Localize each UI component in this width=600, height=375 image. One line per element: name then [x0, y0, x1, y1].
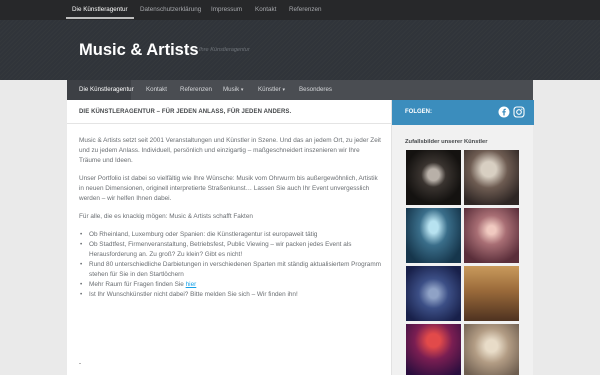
- intro-paragraph: Music & Artists setzt seit 2001 Veransta…: [79, 137, 381, 164]
- list-item: Ob Stadtfest, Firmenveranstaltung, Betri…: [79, 240, 383, 260]
- nav-item-musik-label: Musik: [223, 86, 240, 93]
- topbar-link-datenschutz[interactable]: Datenschutzerklärung: [140, 6, 201, 13]
- gallery-image[interactable]: [406, 266, 461, 321]
- site-tagline: Ihre Künstleragentur: [199, 47, 250, 53]
- nav-item-kontakt[interactable]: Kontakt: [146, 86, 167, 93]
- chevron-down-icon: ▾: [282, 87, 285, 93]
- active-underline: [66, 17, 134, 19]
- site-title[interactable]: Music & Artists: [79, 41, 199, 60]
- page-margin-left: [0, 80, 67, 375]
- follow-bar: FOLGEN:: [392, 100, 534, 125]
- main-navigation: Die Künstleragentur Kontakt Referenzen M…: [67, 80, 533, 100]
- page-heading-bar: DIE KÜNSTLERAGENTUR – FÜR JEDEN ANLASS, …: [67, 100, 391, 124]
- portfolio-paragraph: Unser Portfolio ist dabei so vielfältig …: [79, 175, 378, 202]
- topbar-link-impressum[interactable]: Impressum: [211, 6, 242, 13]
- page-margin-right: [533, 80, 600, 375]
- gallery-image[interactable]: [406, 150, 461, 205]
- topbar-link-kuenstleragentur[interactable]: Die Künstleragentur: [72, 6, 128, 13]
- chevron-down-icon: ▾: [240, 87, 244, 93]
- nav-item-besonderes[interactable]: Besonderes: [299, 86, 332, 93]
- faq-link[interactable]: hier: [186, 281, 197, 288]
- gallery-image[interactable]: [464, 324, 519, 375]
- divider-dot: [79, 363, 81, 364]
- top-bar: Die Künstleragentur Datenschutzerklärung…: [0, 0, 600, 20]
- gallery-image[interactable]: [406, 324, 461, 375]
- list-item: Ob Rheinland, Luxemburg oder Spanien: di…: [79, 230, 383, 240]
- article-body: Music & Artists setzt seit 2001 Veransta…: [79, 136, 383, 300]
- topbar-link-kontakt[interactable]: Kontakt: [255, 6, 276, 13]
- gallery-image[interactable]: [464, 150, 519, 205]
- gallery-title: Zufallsbilder unserer Künstler: [405, 139, 488, 145]
- list-item: Ist Ihr Wunschkünstler nicht dabei? Bitt…: [79, 290, 383, 300]
- follow-label: FOLGEN:: [405, 109, 432, 115]
- instagram-icon[interactable]: [513, 106, 525, 118]
- site-header: Music & Artists Ihre Künstleragentur: [0, 20, 600, 80]
- gallery-image[interactable]: [464, 266, 519, 321]
- nav-item-kuenstler[interactable]: Künstler ▾: [258, 86, 285, 93]
- facts-intro: Für alle, die es knackig mögen: Music & …: [79, 213, 253, 220]
- nav-item-kuenstler-label: Künstler: [258, 86, 281, 93]
- facts-list: Ob Rheinland, Luxemburg oder Spanien: di…: [79, 230, 383, 300]
- facebook-icon[interactable]: [498, 106, 510, 118]
- list-item: Rund 80 unterschiedliche Darbietungen in…: [79, 260, 383, 280]
- list-item: Mehr Raum für Fragen finden Sie hier: [79, 280, 383, 290]
- gallery-image[interactable]: [464, 208, 519, 263]
- main-content: DIE KÜNSTLERAGENTUR – FÜR JEDEN ANLASS, …: [67, 100, 391, 375]
- faq-text: Mehr Raum für Fragen finden Sie: [89, 281, 186, 288]
- page-heading: DIE KÜNSTLERAGENTUR – FÜR JEDEN ANLASS, …: [79, 109, 292, 115]
- gallery-image[interactable]: [406, 208, 461, 263]
- nav-item-musik[interactable]: Musik ▾: [223, 86, 243, 93]
- topbar-link-referenzen[interactable]: Referenzen: [289, 6, 322, 13]
- nav-item-kuenstleragentur[interactable]: Die Künstleragentur: [79, 86, 134, 93]
- sidebar: FOLGEN: Zufallsbilder unserer Künstler: [391, 100, 534, 375]
- nav-item-referenzen[interactable]: Referenzen: [180, 86, 212, 93]
